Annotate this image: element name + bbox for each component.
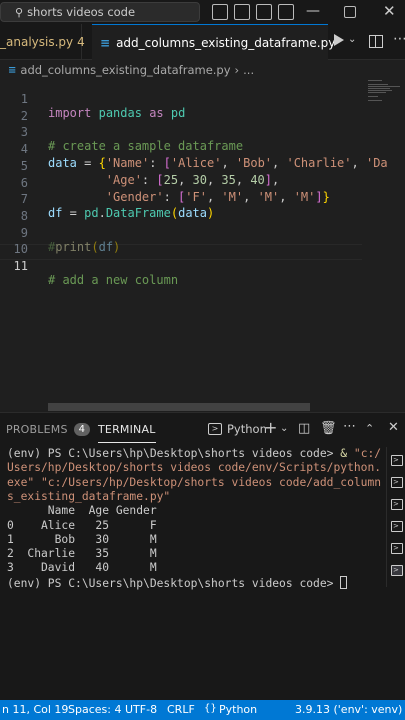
toggle-sidebar-icon[interactable] [212,4,228,20]
code-line: 1 import pandas as pd [0,78,405,120]
more-actions-icon[interactable]: ⋯ [393,31,405,47]
chevron-down-icon[interactable]: ⌄ [348,34,356,45]
tab-analysis[interactable]: _analysis.py 4 [0,24,85,60]
terminal-line: Name Age Gender [7,504,157,518]
code-line: 2 [0,95,405,123]
close-panel-icon[interactable]: ✕ [388,420,399,435]
terminal-line: 2 Charlie 35 M [7,547,157,561]
terminal-prompt: (env) PS C:\Users\hp\Desktop\shorts vide… [7,575,348,591]
tab-label: _analysis.py [0,35,74,49]
terminal-output[interactable]: (env) PS C:\Users\hp\Desktop\shorts vide… [0,447,386,697]
language-mode[interactable]: Python [219,703,257,716]
search-icon: ⚲ [15,5,24,19]
bottom-panel: PROBLEMS 4 TERMINAL > Python + ⌄ ◫ 🗑 ⋯ ⌃… [0,412,405,700]
code-line: 6 'Gender': ['F', 'M', 'M', 'M']} [0,162,405,204]
line-endings[interactable]: CRLF [167,703,195,716]
python-interpreter[interactable]: 3.9.13 ('env': venv) [295,703,402,716]
terminal-line: Users/hp/Desktop/shorts videos code/env/… [7,461,382,475]
code-line: 7 df = pd.DataFrame(data) [0,178,405,220]
command-search[interactable]: ⚲ shorts videos code [0,2,200,22]
minimap[interactable] [364,78,405,138]
tab-problem-count: 4 [77,35,85,49]
tab-add-columns[interactable]: ≡ add_columns_existing_dataframe.py [92,24,335,60]
breadcrumb: ≡ add_columns_existing_dataframe.py › ..… [0,60,405,80]
status-bar: n 11, Col 19 Spaces: 4 UTF-8 CRLF {} Pyt… [0,700,405,720]
chevron-down-icon[interactable]: ⌄ [280,423,288,434]
split-terminal-icon[interactable]: ◫ [298,421,310,436]
code-line: 9 #print(df) [0,212,405,254]
toggle-panel-icon[interactable] [234,4,250,20]
indentation[interactable]: Spaces: 4 [68,703,121,716]
tab-label: PROBLEMS [6,422,68,436]
terminal-selector[interactable]: > Python [208,413,267,445]
python-file-icon: ≡ [100,35,111,50]
trash-icon[interactable]: 🗑 [320,421,337,436]
terminal-list: > > > > > > [386,447,405,587]
terminal-line: exe" "c:/Users/hp/Desktop/shorts videos … [7,475,382,489]
toggle-secondary-sidebar-icon[interactable] [256,4,272,20]
more-actions-icon[interactable]: ⋯ [343,419,356,434]
cursor-position[interactable]: n 11, Col 19 [2,703,68,716]
encoding[interactable]: UTF-8 [125,703,157,716]
search-text: shorts videos code [27,5,136,19]
tab-label: add_columns_existing_dataframe.py [116,35,336,50]
maximize-icon[interactable] [344,6,356,18]
shell-name: Python [227,422,267,436]
panel-tabs: PROBLEMS 4 TERMINAL > Python + ⌄ ◫ 🗑 ⋯ ⌃… [0,413,405,445]
prompt-text: (env) PS C:\Users\hp\Desktop\shorts vide… [7,576,341,590]
line-number: 11 [13,259,28,273]
tab-label: TERMINAL [98,422,156,436]
terminal-line: 0 Alice 25 F [7,518,157,532]
problems-badge: 4 [73,422,91,436]
code-line: 4 data = {'Name': ['Alice', 'Bob', 'Char… [0,128,405,170]
terminal-instance-icon[interactable]: > [391,477,403,488]
code-line: 10 [0,228,405,256]
close-window-icon[interactable]: ✕ [383,2,396,20]
code-editor[interactable]: 1 import pandas as pd 2 3 # create a sam… [0,78,405,411]
breadcrumb-chevron-icon: › [234,63,240,77]
editor-tabs: _analysis.py 4 ≡ add_columns_existing_da… [0,24,405,60]
run-python-file-icon[interactable] [334,34,344,46]
breadcrumb-file[interactable]: add_columns_existing_dataframe.py [20,63,230,77]
minimize-icon[interactable]: — [306,3,320,19]
tab-problems[interactable]: PROBLEMS 4 [6,413,91,445]
code-line: 3 # create a sample dataframe [0,111,405,153]
code-line: 5 'Age': [25, 30, 35, 40], [0,145,405,187]
terminal-instance-icon[interactable]: > [391,455,403,466]
terminal-line: 1 Bob 30 M [7,532,157,546]
python-file-icon: ≡ [8,64,17,76]
title-bar: ⚲ shorts videos code — ✕ [0,0,405,24]
maximize-panel-icon[interactable]: ⌃ [365,422,374,435]
terminal-icon: > [208,423,222,435]
terminal-instance-icon[interactable]: > [391,521,403,532]
customize-layout-icon[interactable] [278,4,294,20]
terminal-line: (env) PS C:\Users\hp\Desktop\shorts vide… [7,447,382,460]
new-terminal-icon[interactable]: + [264,418,277,437]
split-editor-icon[interactable] [369,35,383,48]
terminal-line: 3 David 40 M [7,561,157,575]
code-line: 11 # add a new column [0,245,405,287]
code-line: 8 [0,195,405,223]
terminal-instance-icon[interactable]: > [391,499,403,510]
braces-icon: {} [204,703,217,714]
terminal-line: s_existing_dataframe.py" [7,489,171,503]
horizontal-scrollbar[interactable] [48,403,310,411]
breadcrumb-more[interactable]: ... [243,63,254,77]
terminal-cursor [340,575,348,589]
terminal-instance-icon[interactable]: > [391,565,403,576]
terminal-instance-icon[interactable]: > [391,543,403,554]
tab-terminal[interactable]: TERMINAL [98,413,156,445]
